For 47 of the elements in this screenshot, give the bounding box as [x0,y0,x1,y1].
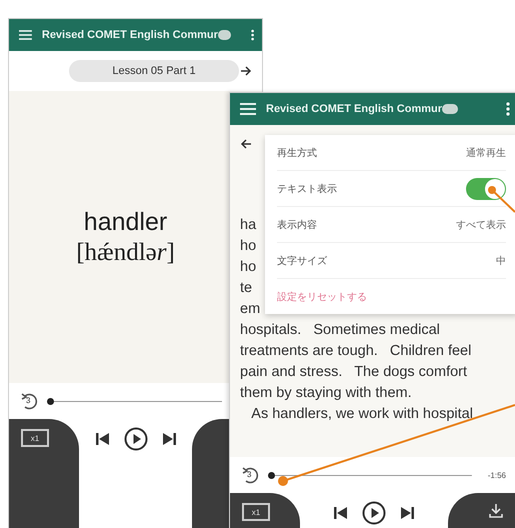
text-line: ha [240,216,256,235]
text-line: ho [240,237,256,256]
setting-label: テキスト表示 [277,182,337,196]
lesson-selector[interactable]: Lesson 05 Part 1 [69,60,239,82]
replay-button[interactable]: 3 [240,464,262,486]
previous-icon[interactable] [334,506,348,520]
back-arrow-icon[interactable] [240,138,252,150]
seek-slider[interactable] [47,398,222,404]
more-options-icon[interactable] [506,102,510,116]
menu-icon[interactable] [240,102,256,116]
app-title: Revised COMET English Commur [42,29,218,41]
play-icon[interactable] [362,501,386,525]
text-line: As handlers, we work with hospital [250,405,473,424]
pronunciation: [hǽndlər] [76,238,175,266]
setting-label: 文字サイズ [277,254,327,268]
vocabulary-word: handler [84,208,168,236]
text-line: te [240,279,252,298]
leader-line [488,186,515,213]
setting-label: 表示内容 [277,218,317,232]
next-icon[interactable] [400,506,414,520]
title-badge [442,104,458,114]
menu-icon[interactable] [19,28,32,42]
app-title: Revised COMET English Commur [266,103,442,115]
previous-icon[interactable] [96,432,110,446]
text-line: treatments are tough. Children feel [240,342,472,361]
setting-value[interactable]: 中 [496,254,506,268]
time-remaining: -1:56 [488,470,506,480]
text-line: em [240,300,260,319]
seek-thumb[interactable] [268,472,275,478]
more-options-icon[interactable] [250,28,254,42]
arrow-right-icon[interactable] [240,65,252,77]
seek-thumb[interactable] [47,398,54,404]
next-icon[interactable] [162,432,176,446]
speed-button[interactable]: x1 [21,429,49,447]
download-icon[interactable] [488,503,504,519]
text-line: ho [240,258,256,277]
replay-button[interactable]: 3 [19,390,41,412]
title-badge [218,30,231,40]
setting-label: 再生方式 [277,146,317,160]
setting-value[interactable]: 通常再生 [466,146,506,160]
text-line: them by staying with them. [240,384,412,403]
toggle-switch[interactable] [466,178,506,200]
play-icon[interactable] [124,427,148,451]
setting-value[interactable]: すべて表示 [456,218,506,232]
speed-button[interactable]: x1 [242,503,270,521]
text-line: hospitals. Sometimes medical [240,321,440,340]
text-line: pain and stress. The dogs comfort [240,363,468,382]
